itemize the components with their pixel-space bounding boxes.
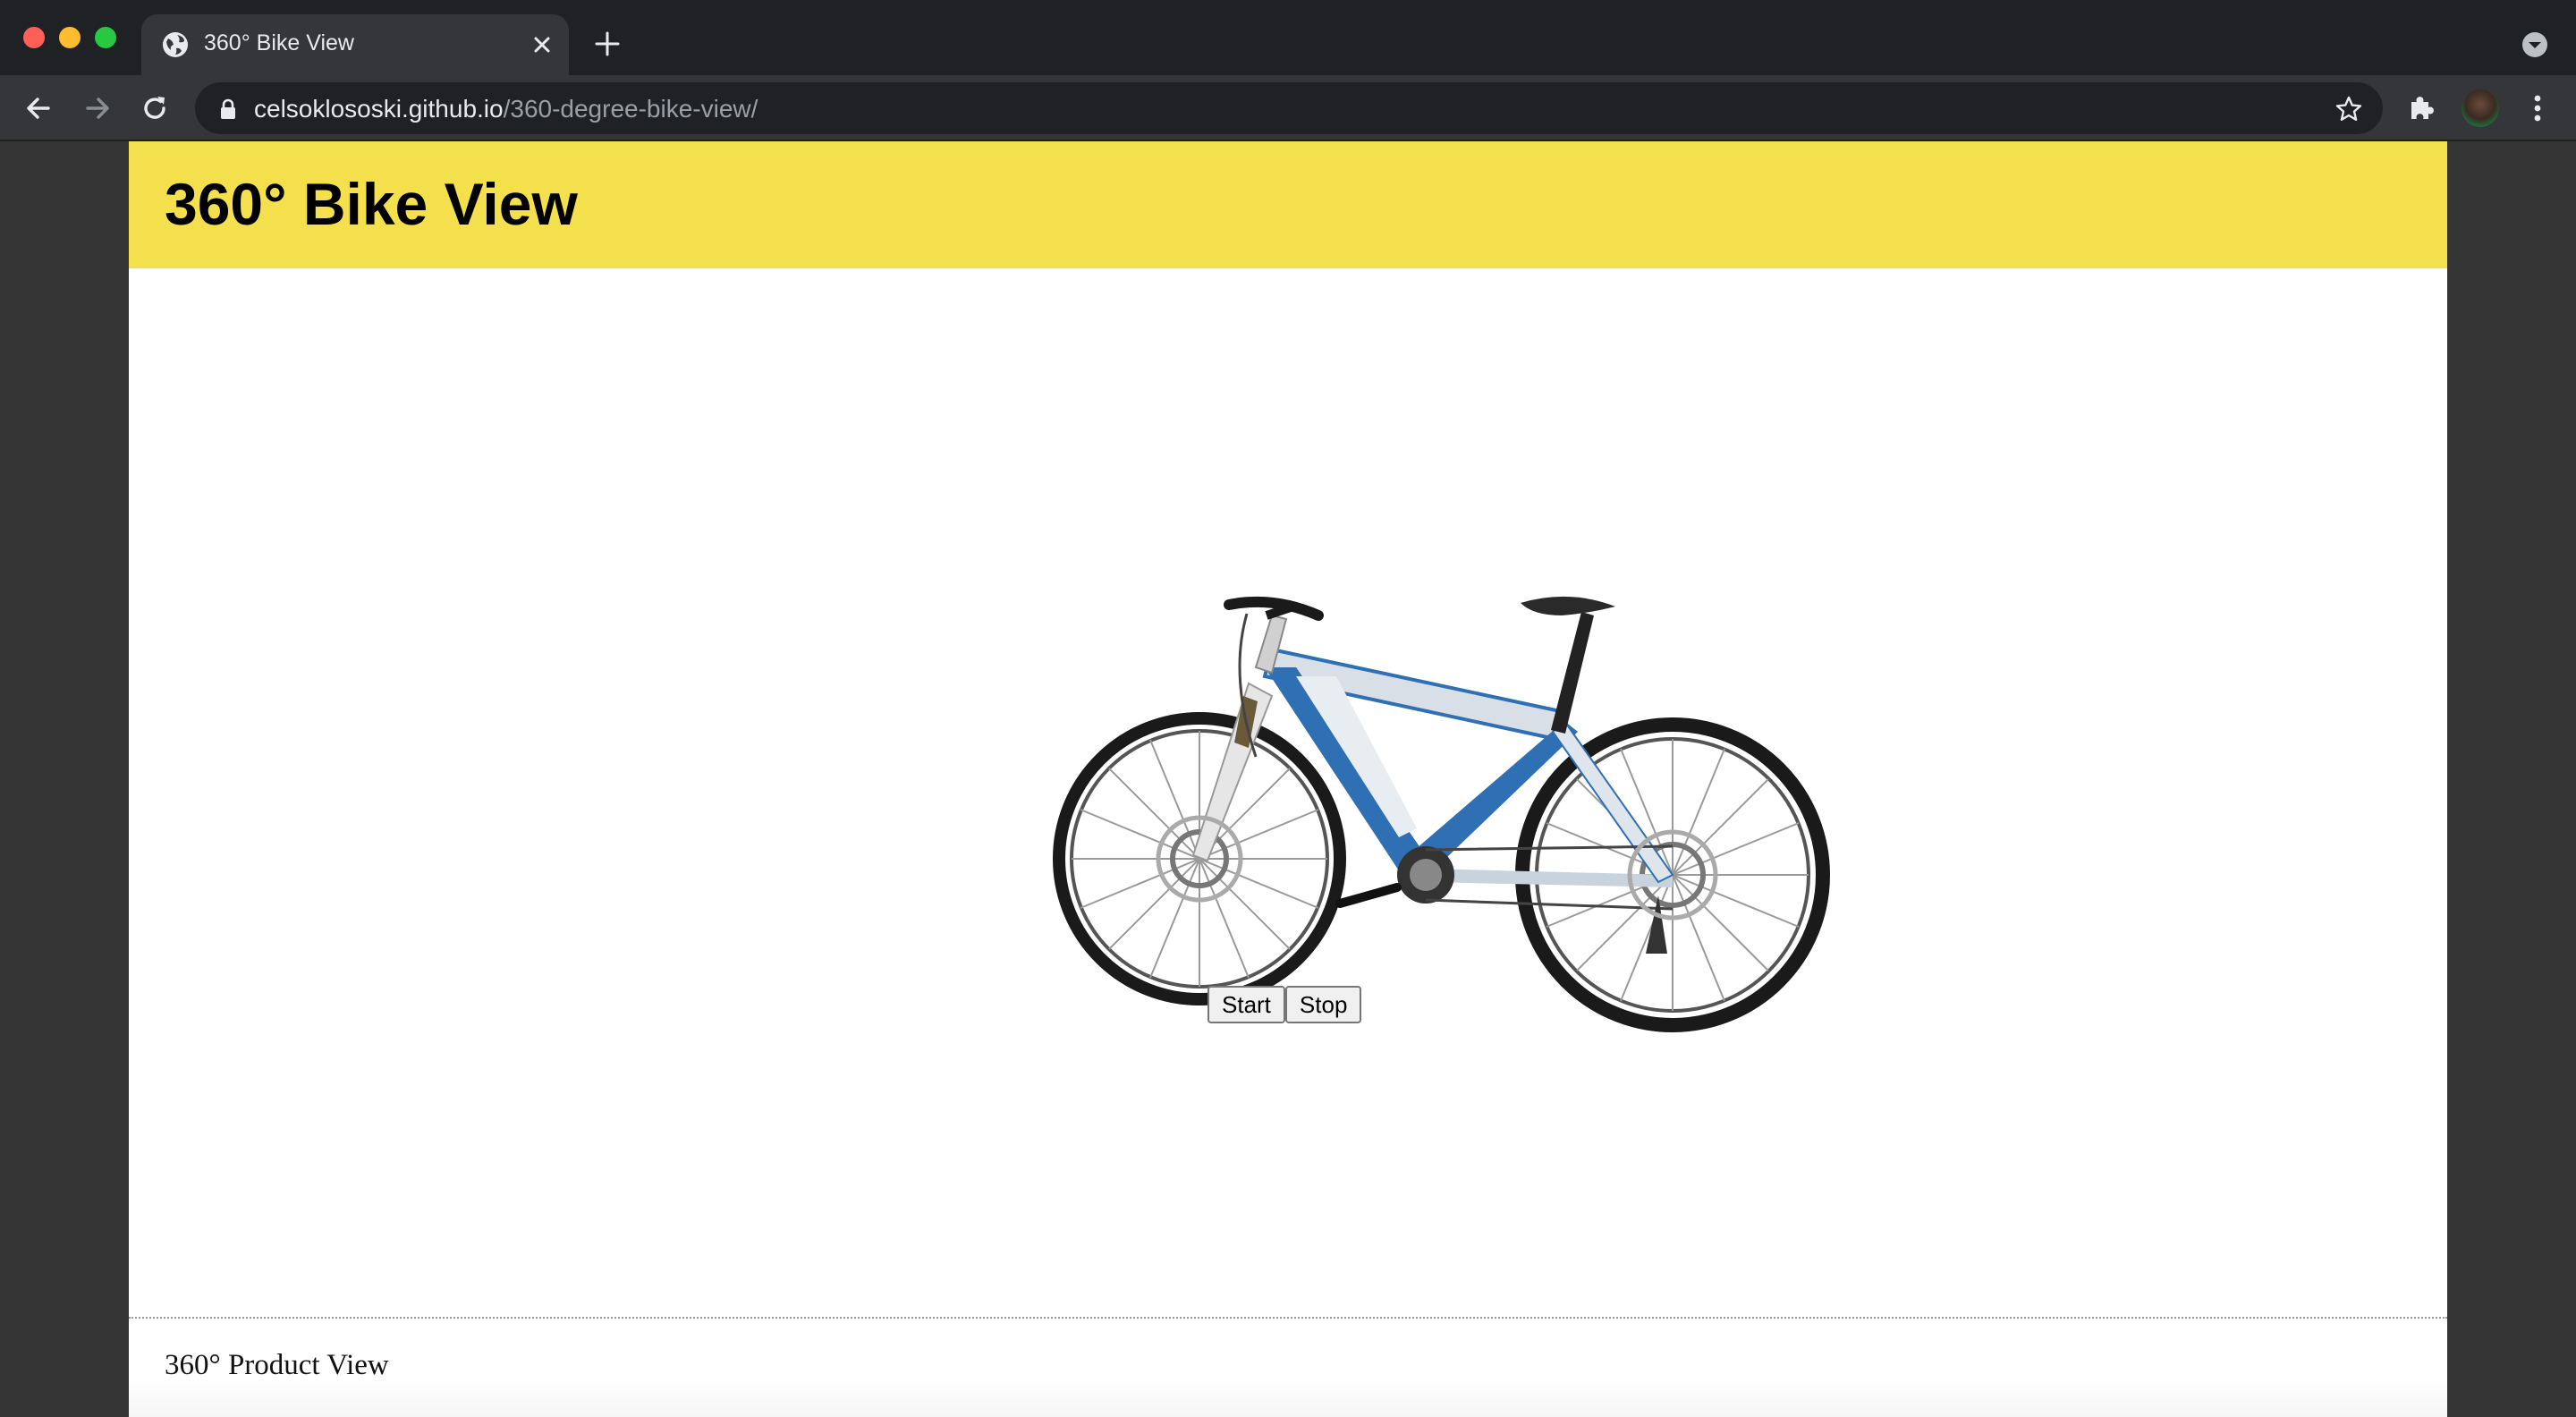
maximize-window-button[interactable] [95, 27, 116, 48]
browser-titlebar: 360° Bike View [0, 0, 2576, 75]
start-button[interactable]: Start [1208, 986, 1285, 1023]
page-title: 360° Bike View [165, 171, 578, 237]
stop-button[interactable]: Stop [1284, 986, 1362, 1023]
globe-icon [163, 32, 188, 57]
viewer-controls: Start Stop [1208, 986, 1362, 1025]
url-text[interactable]: celsoklososki.github.io/360-degree-bike-… [254, 95, 758, 123]
star-icon[interactable] [2334, 95, 2363, 123]
reload-icon[interactable] [138, 91, 172, 125]
url-host: celsoklososki.github.io [254, 95, 504, 123]
url-path: /360-degree-bike-view/ [503, 95, 758, 123]
bike-image [1053, 596, 1830, 1032]
front-wheel [1053, 712, 1346, 1005]
tab-title: 360° Bike View [204, 30, 354, 55]
forward-arrow-icon[interactable] [80, 91, 114, 125]
footer-section: 360° Product View [129, 1319, 2447, 1417]
browser-tab[interactable]: 360° Bike View [141, 14, 569, 75]
close-window-button[interactable] [23, 27, 45, 48]
page-content: 360° Bike View Start Stop 360° Product V… [129, 141, 2447, 1417]
back-arrow-icon[interactable] [21, 91, 55, 125]
plus-icon[interactable] [594, 30, 621, 57]
bike-360-viewer[interactable] [889, 381, 1837, 1115]
minimize-window-button[interactable] [59, 27, 80, 48]
section-title: 360° Product View [165, 1349, 389, 1381]
avatar[interactable] [2462, 89, 2499, 127]
chevron-down-icon[interactable] [2521, 30, 2549, 59]
lock-icon[interactable] [218, 98, 238, 120]
page-header: 360° Bike View [129, 141, 2447, 268]
browser-toolbar: celsoklososki.github.io/360-degree-bike-… [0, 75, 2576, 141]
close-icon[interactable] [530, 32, 555, 57]
puzzle-icon[interactable] [2406, 93, 2436, 123]
address-bar[interactable]: celsoklososki.github.io/360-degree-bike-… [195, 82, 2383, 134]
more-vert-icon[interactable] [2522, 91, 2553, 125]
